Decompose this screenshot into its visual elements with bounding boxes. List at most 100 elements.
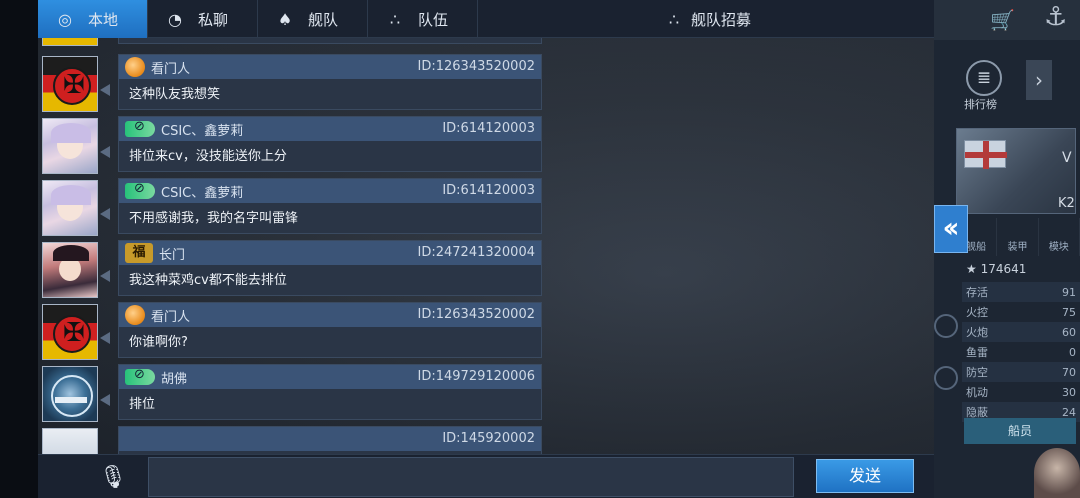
tab-team-label: 队伍 — [418, 10, 449, 29]
list-item: ✠ 看门人 ID:126343520002 这种队友我想笑 — [38, 54, 548, 112]
avatar[interactable] — [42, 242, 98, 298]
ship-panel-tabs: 舰船 装甲 模块 — [956, 218, 1080, 256]
anchor-icon[interactable]: ⚓ — [1044, 2, 1067, 32]
iron-cross-icon: ✠ — [63, 318, 85, 348]
cart-icon[interactable]: 🛒 — [990, 8, 1015, 32]
tab-private-chat[interactable]: ◔ 私聊 — [148, 0, 258, 38]
left-edge — [0, 0, 38, 498]
stat-label: 鱼雷 — [966, 346, 988, 359]
sender-id: ID:149729120006 — [417, 369, 535, 384]
message-text: 排位 — [129, 397, 156, 412]
module-icon[interactable] — [934, 366, 958, 390]
stat-row: 防空 70 — [962, 362, 1080, 382]
sender-name[interactable]: CSIC、鑫萝莉 — [161, 182, 243, 201]
sender-name[interactable]: 长门 — [159, 244, 185, 263]
medal-badge-icon — [125, 57, 145, 77]
tab-team[interactable]: ∴ 队伍 — [368, 0, 478, 38]
tab-local[interactable]: ◎ 本地 — [38, 0, 148, 38]
bubble-pointer — [100, 332, 110, 344]
double-chevron-left-icon: ‹‹ — [942, 211, 959, 244]
message-header: 看门人 ID:126343520002 — [119, 55, 541, 79]
fleet-emblem-icon: ♠ — [277, 9, 293, 29]
message-header: 福 长门 ID:247241320004 — [119, 241, 541, 265]
avatar[interactable]: ✠ — [42, 56, 98, 112]
message-bubble: 看门人 ID:126343520002 你谁啊你? — [118, 302, 542, 358]
avatar[interactable] — [42, 366, 98, 422]
stat-label: 存活 — [966, 286, 988, 299]
sender-id: ID:247241320004 — [417, 245, 535, 260]
iron-cross-icon: ✠ — [63, 70, 85, 100]
message-bubble: 看门人 ID:126343520002 这种队友我想笑 — [118, 54, 542, 110]
stat-row: 存活 91 — [962, 282, 1080, 302]
message-bubble: CSIC、鑫萝莉 ID:614120003 不用感谢我，我的名字叫雷锋 — [118, 178, 542, 234]
stat-row: 鱼雷 0 — [962, 342, 1080, 362]
bubble-pointer — [100, 208, 110, 220]
tab-fleet[interactable]: ♠ 舰队 — [258, 0, 368, 38]
team-dots-icon: ∴ — [389, 9, 401, 29]
crew-button[interactable]: 船员 — [964, 418, 1076, 444]
list-item: CSIC、鑫萝莉 ID:614120003 不用感谢我，我的名字叫雷锋 — [38, 178, 548, 236]
message-header: 胡佛 ID:149729120006 — [119, 365, 541, 389]
chat-bubble-icon: ◔ — [168, 9, 182, 29]
gear-icon[interactable] — [934, 314, 958, 338]
stat-value: 0 — [1069, 345, 1076, 359]
tab-fleet-recruit[interactable]: ∴ 舰队招募 — [478, 0, 934, 38]
stat-row: 火炮 60 — [962, 322, 1080, 342]
avatar[interactable]: ✠ — [42, 304, 98, 360]
avatar[interactable] — [42, 38, 98, 46]
avatar[interactable] — [42, 180, 98, 236]
avatar[interactable] — [42, 118, 98, 174]
captain-avatar[interactable] — [1034, 448, 1080, 498]
stat-value: 24 — [1062, 405, 1076, 419]
collapse-chat-button[interactable]: ‹‹ — [934, 205, 968, 253]
sender-name[interactable]: 胡佛 — [161, 368, 187, 387]
fleet-badge-icon — [125, 119, 155, 137]
bubble-pointer — [100, 146, 110, 158]
sender-id: ID:145920002 — [442, 431, 535, 446]
sender-name[interactable]: 看门人 — [151, 306, 190, 325]
stat-value: 75 — [1062, 305, 1076, 319]
message-text: 这种队友我想笑 — [129, 87, 221, 102]
fortune-badge-icon: 福 — [125, 243, 153, 263]
message-list[interactable]: ✠ 看门人 ID:126343520002 这种队友我想笑 CSIC、鑫萝莉 I… — [38, 38, 548, 454]
message-input[interactable] — [148, 457, 794, 497]
list-item — [38, 38, 548, 46]
sender-id: ID:614120003 — [442, 121, 535, 136]
message-text: 我这种菜鸡cv都不能去排位 — [129, 273, 287, 288]
sender-id: ID:126343520002 — [417, 59, 535, 74]
tab-armor[interactable]: 装甲 — [997, 218, 1039, 256]
sender-id: ID:614120003 — [442, 183, 535, 198]
list-item: ID:145920002 — [38, 426, 548, 454]
tab-module[interactable]: 模块 — [1039, 218, 1080, 256]
message-text: 你谁啊你? — [129, 335, 188, 350]
bubble-pointer — [100, 394, 110, 406]
stat-label: 防空 — [966, 366, 988, 379]
sender-name[interactable]: 看门人 — [151, 58, 190, 77]
flag-icon — [964, 140, 1007, 169]
stat-value: 60 — [1062, 325, 1076, 339]
message-bubble: CSIC、鑫萝莉 ID:614120003 排位来cv，没技能送你上分 — [118, 116, 542, 172]
chat-tabs: ◎ 本地 ◔ 私聊 ♠ 舰队 ∴ 队伍 ∴ 舰队招募 — [38, 0, 934, 38]
avatar[interactable] — [42, 428, 98, 454]
message-header: CSIC、鑫萝莉 ID:614120003 — [119, 179, 541, 203]
stat-label: 机动 — [966, 386, 988, 399]
medal-badge-icon — [125, 305, 145, 325]
globe-icon: ◎ — [58, 9, 72, 29]
stat-value: 30 — [1062, 385, 1076, 399]
tab-local-label: 本地 — [88, 10, 119, 29]
ship-stats: 存活 91 火控 75 火炮 60 鱼雷 0 防空 70 机动 30 隐蔽 24 — [962, 282, 1080, 422]
bubble-pointer — [100, 84, 110, 96]
list-item: 福 长门 ID:247241320004 我这种菜鸡cv都不能去排位 — [38, 240, 548, 298]
send-button[interactable]: 发送 — [816, 459, 914, 493]
microphone-icon[interactable]: 🎙 — [98, 463, 128, 493]
sender-name[interactable]: CSIC、鑫萝莉 — [161, 120, 243, 139]
tab-recruit-label: 舰队招募 — [690, 10, 751, 29]
tab-fleet-label: 舰队 — [308, 10, 339, 29]
next-arrow-icon[interactable]: › — [1026, 60, 1052, 100]
message-text: 排位来cv，没技能送你上分 — [129, 149, 287, 164]
recruit-dots-icon: ∴ — [668, 9, 680, 29]
leaderboard-icon[interactable]: ≣ — [966, 60, 1002, 96]
list-item: 胡佛 ID:149729120006 排位 — [38, 364, 548, 422]
message-header: ID:145920002 — [119, 427, 541, 451]
message-bubble: 福 长门 ID:247241320004 我这种菜鸡cv都不能去排位 — [118, 240, 542, 296]
